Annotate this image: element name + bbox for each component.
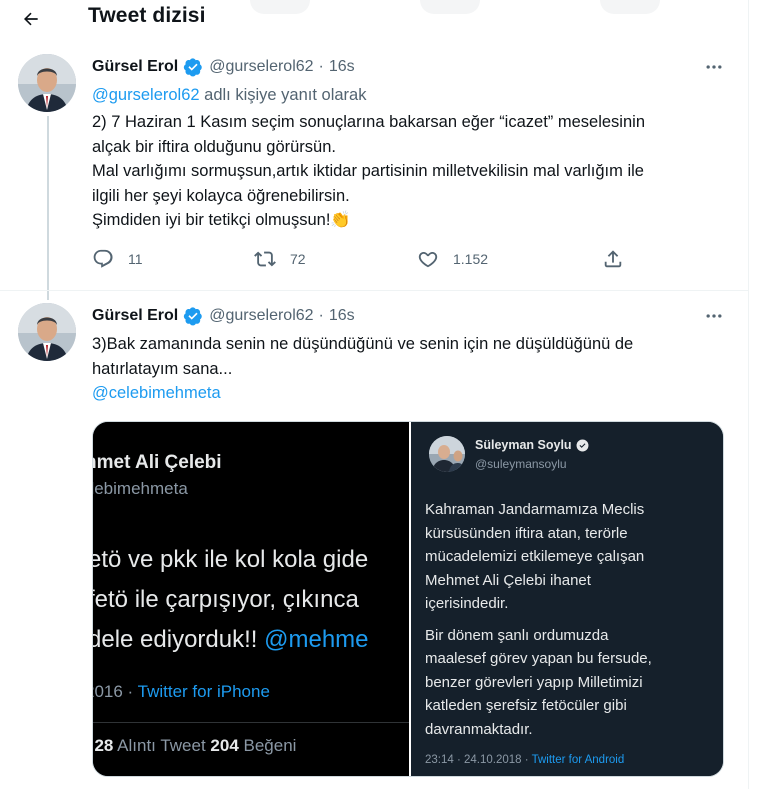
screenshot-text-line: kürsüsünden iftira atan, terörle xyxy=(425,524,628,542)
clapping-hands-icon: 👏 xyxy=(330,211,351,229)
screenshot-source: Twitter for Android xyxy=(531,754,625,766)
share-icon xyxy=(604,250,622,268)
page-title: Tweet dizisi xyxy=(88,4,206,27)
avatar-portrait xyxy=(18,303,76,361)
reply-icon xyxy=(93,249,113,268)
like-count: 1.152 xyxy=(453,251,489,267)
screenshot-author-handle: @suleymansoylu xyxy=(475,457,567,471)
back-button[interactable] xyxy=(14,2,48,36)
retweet-button[interactable]: 72 xyxy=(254,248,306,270)
screenshot-text-line: mücadelemizi etkilemeye çalışan xyxy=(425,548,645,565)
screenshot-text-line: etö ve pkk ile kol kola gide xyxy=(93,546,369,573)
verified-badge-icon xyxy=(183,306,203,326)
tweet-actions: 11 72 1.152 xyxy=(92,248,632,278)
tweet-text: 2) 7 Haziran 1 Kasım seçim sonuçlarına b… xyxy=(92,110,742,233)
screenshot-text-line: Mehmet Ali Çelebi ihanet xyxy=(425,571,591,589)
tweet-header: Gürsel Erol @gurselerol62 · 16s xyxy=(92,57,355,77)
tweet-divider xyxy=(0,290,748,291)
column-border xyxy=(748,0,749,789)
share-button[interactable] xyxy=(602,248,624,270)
screenshot-tweet-text: Kahraman Jandarmamıza Meclis kürsüsünden… xyxy=(425,498,652,741)
retweet-icon xyxy=(254,251,276,267)
tweet-text-line: 3)Bak zamanında senin ne düşündüğünü ve … xyxy=(92,335,634,353)
faded-tab xyxy=(420,0,480,14)
more-dots-icon xyxy=(706,314,722,318)
like-count: 204 xyxy=(210,736,239,755)
heart-icon xyxy=(418,251,438,268)
thread-connector xyxy=(47,116,49,300)
author-name[interactable]: Gürsel Erol xyxy=(92,307,178,325)
media-image-right[interactable]: Süleyman Soylu @suleymansoylu Kahraman J… xyxy=(411,422,723,776)
screenshot-author-name: Süleyman Soylu xyxy=(475,438,589,452)
reply-to-mention[interactable]: @gurselerol62 xyxy=(92,86,200,104)
author-name[interactable]: Gürsel Erol xyxy=(92,58,178,76)
screenshot-text-line: içerisindedir. xyxy=(425,595,509,612)
tweet-text-line: 2) 7 Haziran 1 Kasım seçim sonuçlarına b… xyxy=(92,113,645,131)
reply-context: @gurselerol62 adlı kişiye yanıt olarak xyxy=(92,86,366,105)
reply-to-text: adlı kişiye yanıt olarak xyxy=(199,86,367,104)
screenshot-meta: 2016 · Twitter for iPhone xyxy=(93,682,270,702)
screenshot-text-line: davranmaktadır. xyxy=(425,720,533,738)
separator-dot: · xyxy=(318,307,324,324)
more-dots-icon xyxy=(706,65,722,69)
author-handle[interactable]: @gurselerol62 xyxy=(209,307,313,325)
like-button[interactable]: 1.152 xyxy=(417,248,488,270)
screenshot-author-name: hmet Ali Çelebi xyxy=(93,452,222,473)
tweet-text-line: hatırlatayım sana... xyxy=(92,359,233,378)
screenshot-divider xyxy=(93,722,409,723)
top-bar: Tweet dizisi xyxy=(0,0,748,36)
arrow-left-icon xyxy=(24,12,38,26)
retweet-count: 72 xyxy=(290,251,306,267)
screenshot-text-line: fetö ile çarpışıyor, çıkınca xyxy=(93,586,359,613)
screenshot-text-line: maalesef görev yapan bu fersude, xyxy=(425,650,652,667)
tweet-time[interactable]: 16s xyxy=(329,58,355,76)
reply-count: 11 xyxy=(128,251,143,267)
screenshot-source: Twitter for iPhone xyxy=(137,682,270,701)
media-image-left[interactable]: hmet Ali Çelebi elebimehmeta etö ve pkk … xyxy=(93,422,409,776)
tweet-text-line: alçak bir iftira olduğunu görürsün. xyxy=(92,137,336,156)
tweet-text-line: ilgili her şeyi kolayca öğrenebilirsin. xyxy=(92,186,350,205)
screenshot-text-line: katleden şerefsiz fetöcüler gibi xyxy=(425,697,627,714)
screenshot-stats: t 28 Alıntı Tweet 204 Beğeni xyxy=(93,736,296,756)
faded-tab xyxy=(600,0,660,14)
screenshot-meta-sep: · xyxy=(122,682,138,701)
tweet-text-line: Mal varlığımı sormuşsun,artık iktidar pa… xyxy=(92,162,644,180)
faded-tab xyxy=(250,0,310,14)
screenshot-meta: 23:14 · 24.10.2018 · Twitter for Android xyxy=(425,754,624,766)
avatar[interactable] xyxy=(18,303,76,361)
tweet-text: 3)Bak zamanında senin ne düşündüğünü ve … xyxy=(92,332,742,406)
separator-dot: · xyxy=(318,58,324,75)
verified-badge-icon xyxy=(183,57,203,77)
screenshot-text-line: benzer görevleri yapıp Milletimizi xyxy=(425,673,643,691)
verified-badge-icon xyxy=(576,439,589,451)
screenshot-tweet-text: etö ve pkk ile kol kola gide fetö ile ça… xyxy=(93,540,369,660)
quote-count: 28 xyxy=(94,736,114,755)
more-options-button[interactable] xyxy=(699,52,729,82)
tweet-media: hmet Ali Çelebi elebimehmeta etö ve pkk … xyxy=(92,421,724,777)
screenshot-timestamp: 23:14 · 24.10.2018 · xyxy=(425,754,532,766)
screenshot-author-handle: elebimehmeta xyxy=(93,479,188,498)
reply-button[interactable]: 11 xyxy=(92,248,143,270)
like-label: Beğeni xyxy=(238,736,297,755)
screenshot-author-name-text: Süleyman Soylu xyxy=(475,438,572,452)
more-options-button[interactable] xyxy=(699,301,729,331)
tweet-text-line: Şimdiden iyi bir tetikçi olmuşsun! xyxy=(92,211,331,229)
avatar-portrait xyxy=(18,54,76,112)
screenshot-text-line: Kahraman Jandarmamıza Meclis xyxy=(425,501,645,518)
tweet-header: Gürsel Erol @gurselerol62 · 16s xyxy=(92,306,355,326)
screenshot-date: 2016 xyxy=(93,682,123,701)
author-handle[interactable]: @gurselerol62 xyxy=(209,58,313,76)
quote-label: Alıntı Tweet xyxy=(113,736,211,755)
tweet-time[interactable]: 16s xyxy=(329,307,355,325)
screenshot-avatar xyxy=(429,436,465,472)
screenshot-text-line: dele ediyorduk!! xyxy=(93,626,265,653)
screenshot-mention: @mehme xyxy=(264,626,369,653)
screenshot-text-line: Bir dönem şanlı ordumuzda xyxy=(425,626,609,644)
avatar[interactable] xyxy=(18,54,76,112)
mention-link[interactable]: @celebimehmeta xyxy=(92,381,742,406)
